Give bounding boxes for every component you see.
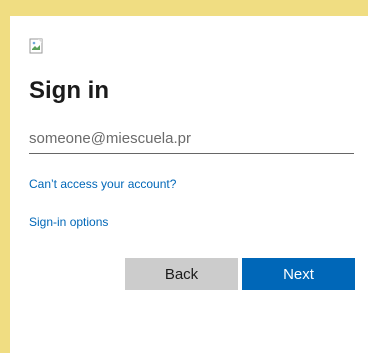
- back-button[interactable]: Back: [125, 258, 238, 290]
- broken-image-icon: [29, 38, 43, 54]
- page-background: [0, 0, 368, 16]
- sign-in-options-link[interactable]: Sign-in options: [29, 214, 108, 230]
- sign-in-card: Sign in Can’t access your account? Sign-…: [10, 16, 368, 353]
- cant-access-account-link[interactable]: Can’t access your account?: [29, 176, 176, 192]
- page-title: Sign in: [29, 77, 109, 104]
- email-field[interactable]: [29, 124, 354, 154]
- next-button[interactable]: Next: [242, 258, 355, 290]
